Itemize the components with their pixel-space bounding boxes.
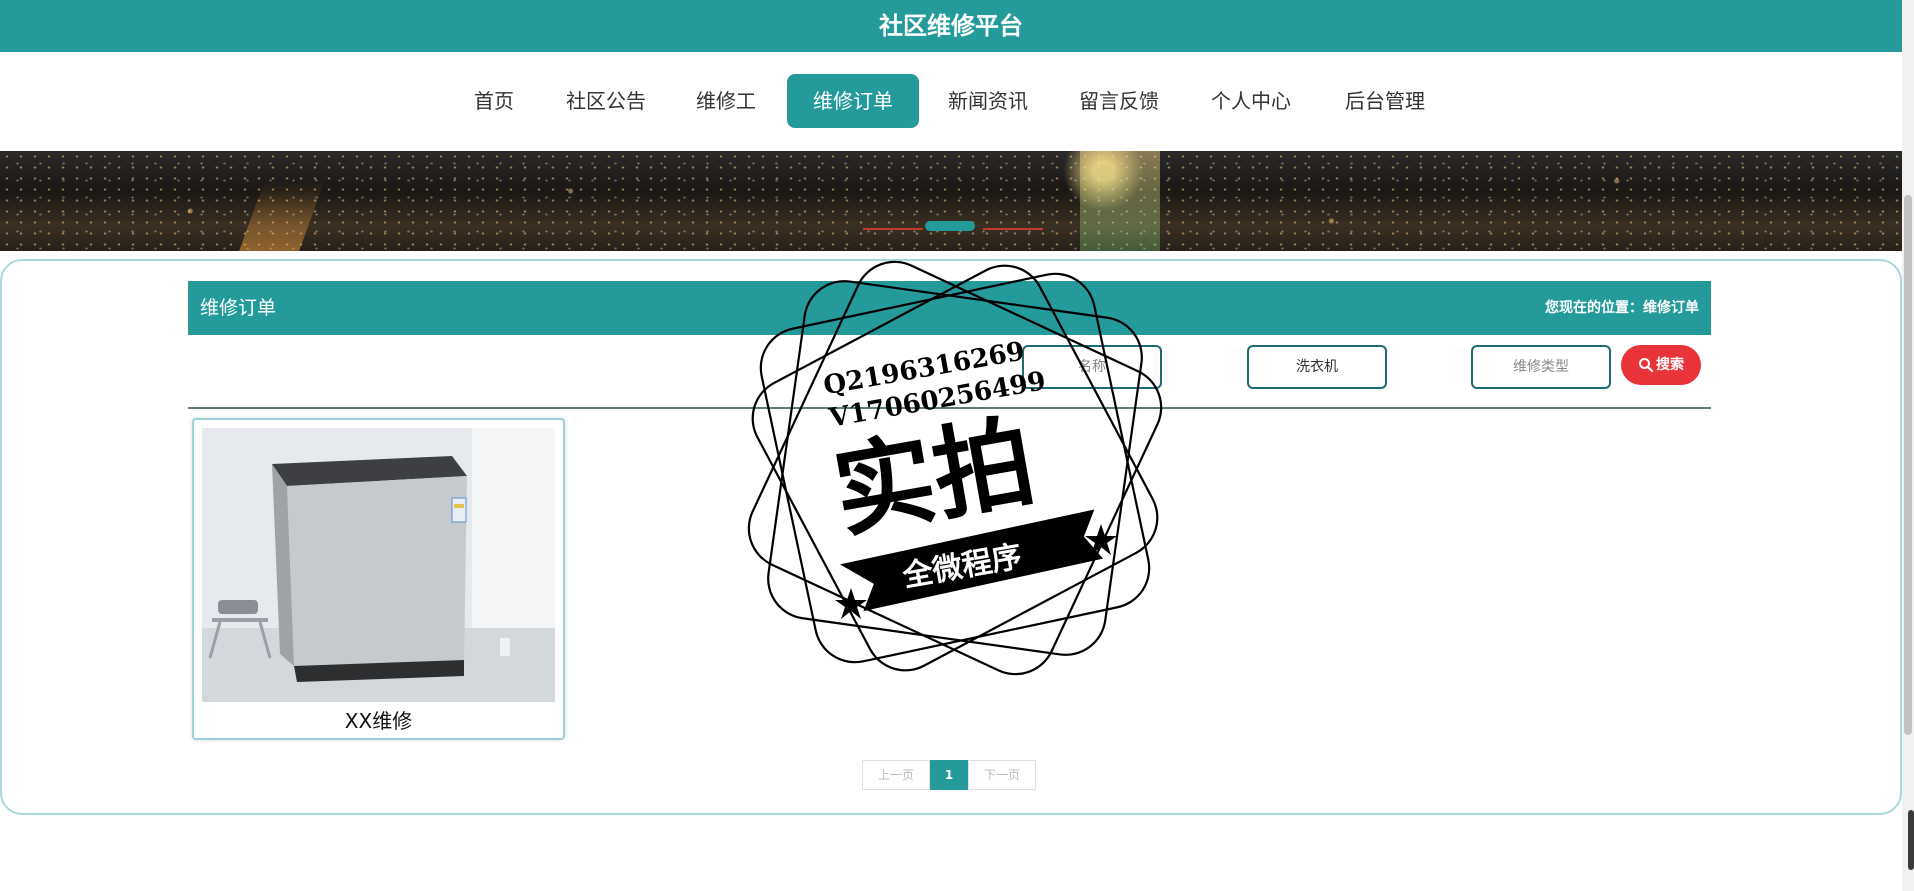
scrollbar-thumb[interactable] — [1904, 195, 1912, 735]
breadcrumb: 您现在的位置：维修订单 — [1545, 300, 1699, 316]
nav-item-workers[interactable]: 维修工 — [688, 74, 764, 128]
site-header: 社区维修平台 — [0, 0, 1902, 52]
product-image[interactable] — [202, 428, 555, 702]
search-icon — [1639, 358, 1654, 373]
nav-item-news[interactable]: 新闻资讯 — [942, 74, 1034, 128]
search-button-label: 搜索 — [1656, 357, 1684, 373]
carousel-line — [983, 228, 1043, 230]
banner-decoration — [1080, 151, 1160, 251]
carousel-indicator[interactable] — [925, 221, 975, 231]
washing-machine-image — [202, 428, 555, 702]
carousel-line — [863, 228, 923, 230]
side-handle — [1908, 810, 1914, 870]
hero-banner — [0, 151, 1902, 251]
main-nav: 首页 社区公告 维修工 维修订单 新闻资讯 留言反馈 个人中心 后台管理 — [0, 52, 1902, 151]
section-title: 维修订单 — [200, 297, 277, 319]
site-title: 社区维修平台 — [879, 12, 1023, 40]
prev-page-button[interactable]: 上一页 — [862, 760, 930, 790]
category-search-input[interactable]: 洗衣机 — [1247, 345, 1387, 389]
search-button[interactable]: 搜索 — [1621, 345, 1701, 385]
scrollbar[interactable] — [1902, 0, 1914, 891]
page: 社区维修平台 首页 社区公告 维修工 维修订单 新闻资讯 留言反馈 个人中心 后… — [0, 0, 1914, 891]
section-header: 维修订单 您现在的位置：维修订单 — [188, 281, 1711, 335]
repair-type-search-input[interactable]: 维修类型 — [1471, 345, 1611, 389]
product-name[interactable]: XX维修 — [194, 706, 563, 736]
nav-item-notices[interactable]: 社区公告 — [560, 74, 652, 128]
divider — [188, 407, 1711, 409]
nav-item-home[interactable]: 首页 — [463, 74, 525, 128]
page-number-current[interactable]: 1 — [930, 760, 968, 790]
product-card[interactable]: XX维修 — [192, 418, 565, 740]
nav-item-profile[interactable]: 个人中心 — [1205, 74, 1297, 128]
nav-item-orders[interactable]: 维修订单 — [787, 74, 919, 128]
next-page-button[interactable]: 下一页 — [968, 760, 1036, 790]
name-search-input[interactable]: 名称 — [1022, 345, 1162, 389]
nav-item-admin[interactable]: 后台管理 — [1339, 74, 1431, 128]
nav-item-feedback[interactable]: 留言反馈 — [1073, 74, 1165, 128]
